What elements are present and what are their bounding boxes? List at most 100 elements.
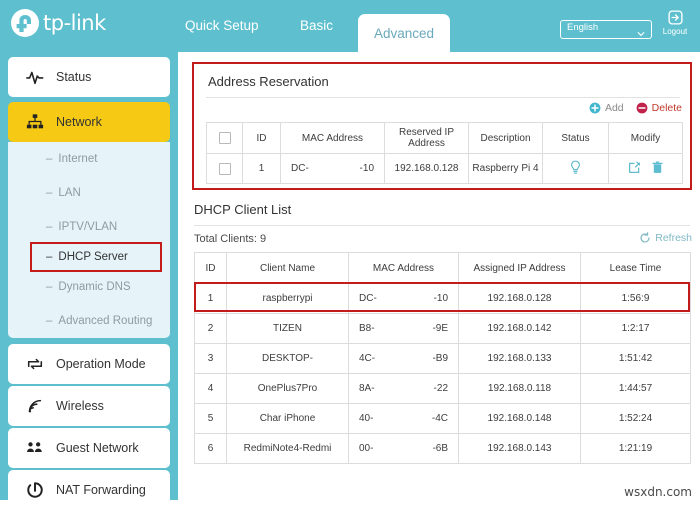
- mac-prefix: 4C-: [359, 353, 376, 364]
- tab-advanced[interactable]: Advanced: [358, 14, 450, 52]
- address-reservation-title: Address Reservation: [208, 74, 329, 89]
- cell-id: 5: [194, 403, 227, 434]
- select-all-checkbox[interactable]: [218, 132, 231, 144]
- submenu-dash: –: [46, 315, 53, 327]
- network-submenu: – Internet – LAN – IPTV/VLAN – DHCP Serv…: [8, 142, 170, 338]
- logout-label: Logout: [662, 27, 688, 36]
- sidebar-item-internet[interactable]: – Internet: [8, 142, 170, 176]
- table-row: 2 TIZEN B8- -9E 192.168.0.142 1:2:17: [194, 313, 691, 344]
- mac-prefix: 8A-: [359, 383, 375, 394]
- cell-reserved-ip: 192.168.0.128: [384, 153, 469, 184]
- sidebar-item-lan[interactable]: – LAN: [8, 176, 170, 210]
- table-row: 4 OnePlus7Pro 8A- -22 192.168.0.118 1:44…: [194, 373, 691, 404]
- cell-status: [542, 153, 609, 184]
- address-reservation-table: ID MAC Address Reserved IP Address Descr…: [206, 122, 683, 184]
- trash-icon[interactable]: [651, 161, 664, 177]
- submenu-label: LAN: [58, 187, 81, 199]
- sidebar-item-label: Wireless: [56, 399, 104, 413]
- total-clients-label: Total Clients: 9: [194, 233, 267, 245]
- watermark: wsxdn.com: [624, 485, 692, 499]
- refresh-icon: [639, 232, 651, 244]
- cell-lease-time: 1:44:57: [580, 373, 691, 404]
- submenu-label: DHCP Server: [58, 251, 128, 263]
- sidebar-item-network[interactable]: Network: [8, 102, 170, 142]
- cell-mac-address: 00- -6B: [348, 433, 459, 464]
- cell-id: 3: [194, 343, 227, 374]
- brand-logo: tp-link: [10, 8, 106, 38]
- cell-lease-time: 1:52:24: [580, 403, 691, 434]
- submenu-dash: –: [46, 221, 53, 233]
- cell-lease-time: 1:2:17: [580, 313, 691, 344]
- add-button[interactable]: Add: [589, 102, 624, 114]
- language-selector[interactable]: English: [560, 20, 652, 39]
- cell-assigned-ip: 192.168.0.118: [458, 373, 581, 404]
- sidebar-item-guest-network[interactable]: Guest Network: [8, 428, 170, 468]
- sidebar-item-status[interactable]: Status: [8, 57, 170, 97]
- table-row: 1 DC- -10 192.168.0.128 Raspberry Pi 4: [206, 153, 683, 184]
- column-header-mac-address: MAC Address: [348, 252, 459, 284]
- tab-quick-setup[interactable]: Quick Setup: [185, 18, 259, 33]
- cell-assigned-ip: 192.168.0.128: [458, 283, 581, 314]
- delete-label: Delete: [651, 102, 682, 114]
- edit-icon[interactable]: [628, 161, 641, 177]
- dhcp-title-divider: [194, 225, 690, 226]
- delete-button[interactable]: Delete: [636, 102, 682, 114]
- sidebar: Status Network – Internet – LAN – IPTV/V…: [0, 52, 178, 510]
- sidebar-item-label: NAT Forwarding: [56, 483, 146, 497]
- refresh-button[interactable]: Refresh: [639, 232, 692, 244]
- submenu-label: Advanced Routing: [58, 315, 153, 327]
- sidebar-item-wireless[interactable]: Wireless: [8, 386, 170, 426]
- sidebar-item-advanced-routing[interactable]: – Advanced Routing: [8, 304, 170, 338]
- column-header-id: ID: [242, 122, 281, 154]
- cell-mac-address: B8- -9E: [348, 313, 459, 344]
- chevron-down-icon: [637, 25, 645, 37]
- select-all-header: [206, 122, 243, 154]
- language-value: English: [567, 22, 599, 33]
- lightbulb-icon[interactable]: [569, 160, 582, 175]
- cell-id: 2: [194, 313, 227, 344]
- sidebar-item-iptv-vlan[interactable]: – IPTV/VLAN: [8, 210, 170, 244]
- sidebar-item-dhcp-server[interactable]: – DHCP Server: [30, 242, 162, 272]
- row-checkbox[interactable]: [218, 162, 231, 175]
- guest-users-icon: [26, 439, 44, 457]
- mac-prefix: 00-: [359, 443, 374, 454]
- cell-mac-address: DC- -10: [348, 283, 459, 314]
- sidebar-item-label: Network: [56, 115, 102, 129]
- mac-suffix: -22: [433, 383, 448, 394]
- submenu-label: IPTV/VLAN: [58, 221, 118, 233]
- cell-assigned-ip: 192.168.0.143: [458, 433, 581, 464]
- logout-button[interactable]: Logout: [656, 9, 694, 36]
- cell-lease-time: 1:56:9: [580, 283, 691, 314]
- cell-client-name: Char iPhone: [226, 403, 349, 434]
- cell-client-name: RedmiNote4-Redmi: [226, 433, 349, 464]
- cell-mac-address: 4C- -B9: [348, 343, 459, 374]
- table-header-row: ID Client Name MAC Address Assigned IP A…: [194, 252, 691, 284]
- app-header: tp-link Quick Setup Basic Advanced Engli…: [0, 0, 700, 52]
- tab-basic[interactable]: Basic: [300, 18, 333, 33]
- cell-description: Raspberry Pi 4: [468, 153, 543, 184]
- mac-prefix: 40-: [359, 413, 374, 424]
- submenu-label: Internet: [58, 153, 98, 165]
- cell-lease-time: 1:21:19: [580, 433, 691, 464]
- table-row: 6 RedmiNote4-Redmi 00- -6B 192.168.0.143…: [194, 433, 691, 464]
- submenu-dash: –: [46, 281, 53, 293]
- sidebar-item-dynamic-dns[interactable]: – Dynamic DNS: [8, 270, 170, 304]
- table-row: 3 DESKTOP- 4C- -B9 192.168.0.133 1:51:42: [194, 343, 691, 374]
- sidebar-item-label: Operation Mode: [56, 357, 146, 371]
- cell-client-name: TIZEN: [226, 313, 349, 344]
- brand-name: tp-link: [43, 11, 106, 35]
- cell-assigned-ip: 192.168.0.142: [458, 313, 581, 344]
- column-header-description: Description: [468, 122, 543, 154]
- sidebar-item-nat-forwarding[interactable]: NAT Forwarding: [8, 470, 170, 510]
- table-row: 5 Char iPhone 40- -4C 192.168.0.148 1:52…: [194, 403, 691, 434]
- table-row: 1 raspberrypi DC- -10 192.168.0.128 1:56…: [194, 283, 691, 314]
- sidebar-item-operation-mode[interactable]: Operation Mode: [8, 344, 170, 384]
- column-header-mac-address: MAC Address: [280, 122, 385, 154]
- submenu-label: Dynamic DNS: [58, 281, 131, 293]
- cell-client-name: raspberrypi: [226, 283, 349, 314]
- network-tree-icon: [26, 113, 44, 131]
- tp-link-logo-icon: [10, 8, 40, 38]
- row-select-cell: [206, 153, 243, 184]
- mac-suffix: -10: [359, 163, 374, 174]
- cell-lease-time: 1:51:42: [580, 343, 691, 374]
